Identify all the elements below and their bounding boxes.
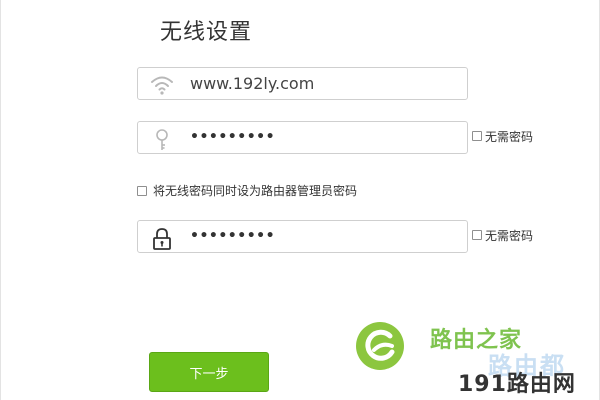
admin-no-password-label: 无需密码 bbox=[485, 228, 534, 243]
admin-no-password-option[interactable]: 无需密码 bbox=[472, 228, 534, 243]
admin-no-password-checkbox[interactable] bbox=[472, 230, 482, 240]
sync-admin-option[interactable]: 将无线密码同时设为路由器管理员密码 bbox=[137, 182, 357, 199]
left-border bbox=[0, 0, 1, 400]
admin-password-value: ••••••••• bbox=[190, 228, 276, 244]
watermark-logo-icon bbox=[354, 320, 406, 372]
admin-password-field[interactable]: ••••••••• bbox=[137, 220, 468, 253]
wifi-no-password-label: 无需密码 bbox=[485, 129, 534, 144]
wifi-icon bbox=[150, 74, 174, 96]
watermark-text-3: 191路由网 bbox=[458, 372, 576, 397]
wifi-no-password-option[interactable]: 无需密码 bbox=[472, 129, 534, 144]
sync-admin-label: 将无线密码同时设为路由器管理员密码 bbox=[153, 184, 358, 198]
wifi-password-value: ••••••••• bbox=[190, 129, 276, 145]
key-icon bbox=[150, 128, 174, 150]
wifi-name-value: www.192ly.com bbox=[190, 74, 315, 93]
wifi-name-field[interactable]: www.192ly.com bbox=[137, 67, 468, 100]
lock-icon bbox=[150, 227, 174, 250]
wifi-password-field[interactable]: ••••••••• bbox=[137, 121, 468, 154]
sync-admin-checkbox[interactable] bbox=[137, 185, 147, 196]
wifi-no-password-checkbox[interactable] bbox=[472, 131, 482, 141]
page-title: 无线设置 bbox=[160, 20, 253, 45]
next-button[interactable]: 下一步 bbox=[149, 352, 269, 392]
